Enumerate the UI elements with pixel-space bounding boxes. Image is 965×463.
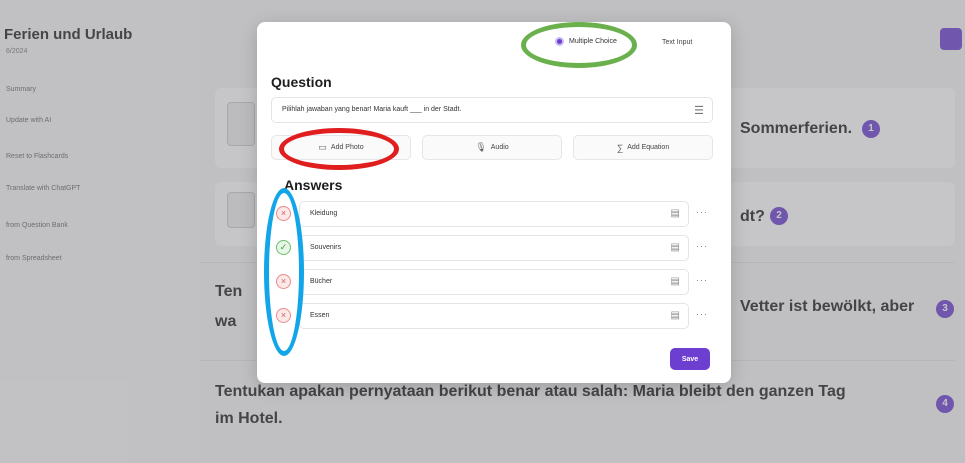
more-options-icon[interactable]: ··· bbox=[696, 207, 708, 217]
answer-text: Bücher bbox=[310, 278, 333, 285]
text-format-icon[interactable]: ▤ bbox=[671, 208, 680, 219]
text-format-icon[interactable]: ▤ bbox=[671, 310, 680, 321]
answer-text: Souvenirs bbox=[310, 244, 342, 251]
more-options-icon[interactable]: ··· bbox=[696, 241, 708, 251]
annotation-oval-blue bbox=[264, 188, 304, 356]
text-input-toggle[interactable]: Text Input bbox=[662, 39, 692, 46]
equation-icon: ∑ bbox=[616, 142, 624, 153]
question-heading: Question bbox=[271, 74, 332, 90]
answer-input[interactable]: Souvenirs ▤ bbox=[299, 235, 689, 261]
annotation-oval-red bbox=[279, 128, 399, 170]
question-input[interactable]: Pilihlah jawaban yang benar! Maria kauft… bbox=[271, 97, 713, 123]
microphone-icon: 🎙 bbox=[475, 142, 487, 152]
answer-input[interactable]: Bücher ▤ bbox=[299, 269, 689, 295]
answer-input[interactable]: Kleidung ▤ bbox=[299, 201, 689, 227]
more-options-icon[interactable]: ··· bbox=[696, 309, 708, 319]
answer-text: Kleidung bbox=[310, 210, 338, 217]
edit-question-modal: Multiple Choice Text Input Question Pili… bbox=[257, 22, 731, 383]
text-format-icon[interactable]: ▤ bbox=[671, 276, 680, 287]
answer-text: Essen bbox=[310, 312, 330, 319]
add-equation-button[interactable]: ∑ Add Equation bbox=[573, 135, 713, 160]
answers-heading: Answers bbox=[284, 177, 343, 193]
audio-button[interactable]: 🎙 Audio bbox=[422, 135, 562, 160]
save-button[interactable]: Save bbox=[670, 348, 710, 370]
question-input-value: Pilihlah jawaban yang benar! Maria kauft… bbox=[282, 106, 462, 113]
answer-input[interactable]: Essen ▤ bbox=[299, 303, 689, 329]
more-options-icon[interactable]: ··· bbox=[696, 275, 708, 285]
text-format-icon[interactable]: ▤ bbox=[671, 242, 680, 253]
add-equation-label: Add Equation bbox=[627, 144, 670, 151]
audio-label: Audio bbox=[490, 144, 509, 151]
text-format-icon[interactable]: ☰ bbox=[694, 104, 704, 117]
annotation-oval-green bbox=[521, 22, 637, 68]
